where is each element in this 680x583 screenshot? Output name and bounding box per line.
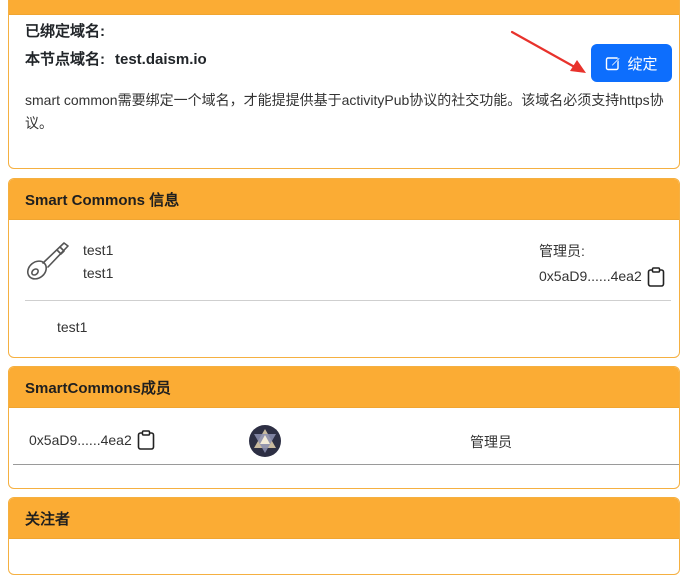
commons-description: test1 (57, 319, 88, 335)
bound-domain-label: 已绑定域名: (25, 23, 105, 40)
info-lines: test1 test1 (83, 239, 113, 285)
followers-card: 关注者 (8, 497, 680, 575)
admin-address-row: 0x5aD9......4ea2 (539, 264, 665, 289)
node-domain-row: 本节点域名: test.daism.io (25, 48, 207, 69)
edit-icon (606, 57, 621, 71)
key-icon (26, 242, 69, 280)
followers-card-title: 关注者 (25, 510, 71, 528)
info-divider (25, 300, 671, 301)
member-row: 0x5aD9......4ea2 管理员 (9, 408, 679, 465)
admin-label: 管理员: (539, 243, 585, 259)
domain-card-title: 设置 (25, 0, 55, 3)
info-card-header: Smart Commons 信息 (9, 179, 679, 220)
member-avatar (249, 425, 281, 457)
node-domain-value: test.daism.io (115, 51, 207, 68)
bind-domain-button[interactable]: 绽定 (591, 44, 672, 82)
members-card-title: SmartCommons成员 (25, 379, 171, 397)
commons-symbol: test1 (83, 265, 114, 281)
admin-block: 管理员: 0x5aD9......4ea2 (539, 239, 665, 289)
member-role: 管理员 (470, 434, 512, 450)
smart-commons-info-card: Smart Commons 信息 test1 test1 管理员: 0x5aD9… (8, 178, 680, 358)
members-card-header: SmartCommons成员 (9, 367, 679, 408)
domain-settings-card: 设置 已绑定域名: 本节点域名: test.daism.io 绽定 smart c… (8, 0, 680, 169)
info-card-title: Smart Commons 信息 (25, 191, 180, 209)
followers-card-header: 关注者 (9, 498, 679, 539)
admin-address: 0x5aD9......4ea2 (539, 268, 642, 284)
members-card: SmartCommons成员 0x5aD9......4ea2 管理员 (8, 366, 680, 489)
info-card-body: test1 test1 管理员: 0x5aD9......4ea2 test1 (9, 220, 679, 357)
member-address: 0x5aD9......4ea2 (29, 432, 132, 448)
clipboard-icon[interactable] (137, 430, 155, 450)
node-domain-label: 本节点域名: (25, 51, 105, 68)
domain-card-header: 设置 (9, 0, 679, 15)
member-address-cell: 0x5aD9......4ea2 (29, 430, 155, 450)
clipboard-icon[interactable] (647, 266, 665, 287)
commons-name: test1 (83, 242, 114, 258)
domain-description: smart common需要绑定一个域名，才能提提供基于activityPub协… (25, 92, 664, 131)
bind-button-label: 绽定 (627, 55, 658, 73)
member-divider (13, 464, 679, 465)
